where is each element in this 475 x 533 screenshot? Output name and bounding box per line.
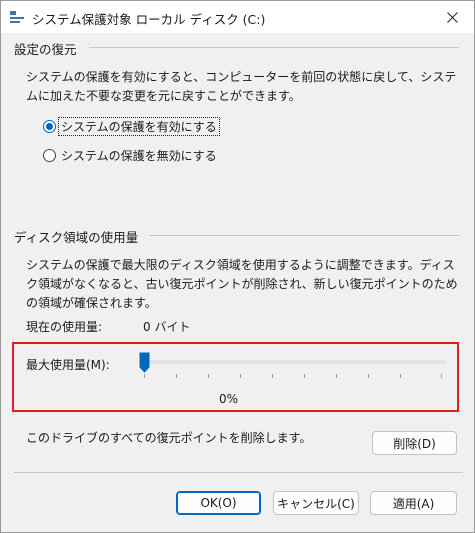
ok-button[interactable]: OK(O) bbox=[176, 491, 261, 515]
system-protection-dialog: システム保護対象 ローカル ディスク (C:) 設定の復元 システムの保護を有効… bbox=[0, 0, 475, 533]
cancel-button[interactable]: キャンセル(C) bbox=[273, 491, 359, 515]
restore-description: システムの保護を有効にすると、コンピューターを前回の状態に戻して、システムに加え… bbox=[26, 70, 457, 103]
slider-tick bbox=[272, 374, 273, 378]
title-bar: システム保護対象 ローカル ディスク (C:) bbox=[1, 1, 474, 33]
apply-button-label: 適用(A) bbox=[392, 496, 435, 511]
radio-disable-label: システムの保護を無効にする bbox=[61, 149, 217, 163]
current-usage-value: 0 バイト bbox=[143, 320, 191, 334]
slider-tick bbox=[441, 374, 442, 378]
slider-tick bbox=[144, 374, 145, 378]
max-usage-slider-thumb[interactable] bbox=[139, 352, 150, 373]
max-usage-percent: 0% bbox=[219, 392, 239, 406]
delete-button[interactable]: 削除(D) bbox=[372, 431, 457, 455]
radio-disable-protection[interactable]: システムの保護を無効にする bbox=[43, 147, 219, 164]
disk-usage-title: ディスク領域の使用量 bbox=[14, 230, 139, 245]
restore-group-divider bbox=[89, 47, 459, 48]
delete-button-label: 削除(D) bbox=[393, 436, 436, 451]
slider-tick bbox=[304, 374, 305, 378]
close-button[interactable] bbox=[442, 8, 462, 26]
max-usage-label: 最大使用量(M): bbox=[26, 358, 110, 372]
close-icon bbox=[446, 11, 458, 23]
radio-disable-indicator[interactable] bbox=[43, 149, 56, 162]
disk-description: システムの保護で最大限のディスク領域を使用するように調整できます。ディスク領域が… bbox=[26, 258, 458, 310]
slider-tick bbox=[400, 374, 401, 378]
slider-tick bbox=[368, 374, 369, 378]
restore-settings-title: 設定の復元 bbox=[14, 42, 77, 57]
current-usage-label: 現在の使用量: bbox=[26, 320, 103, 334]
ok-button-label: OK(O) bbox=[200, 496, 237, 510]
cancel-button-label: キャンセル(C) bbox=[277, 496, 355, 511]
apply-button[interactable]: 適用(A) bbox=[370, 491, 457, 515]
radio-enable-indicator[interactable] bbox=[43, 120, 56, 133]
window-title: システム保護対象 ローカル ディスク (C:) bbox=[32, 12, 266, 27]
disk-group-divider bbox=[149, 235, 459, 236]
radio-enable-protection[interactable]: システムの保護を有効にする bbox=[43, 117, 220, 136]
slider-tick bbox=[336, 374, 337, 378]
footer-separator bbox=[14, 472, 463, 473]
system-properties-icon bbox=[10, 11, 24, 23]
max-usage-slider-track[interactable] bbox=[144, 360, 446, 364]
delete-restore-points-text: このドライブのすべての復元ポイントを削除します。 bbox=[26, 431, 312, 445]
radio-enable-label: システムの保護を有効にする bbox=[58, 117, 220, 136]
slider-tick bbox=[208, 374, 209, 378]
slider-tick bbox=[176, 374, 177, 378]
slider-tick bbox=[240, 374, 241, 378]
